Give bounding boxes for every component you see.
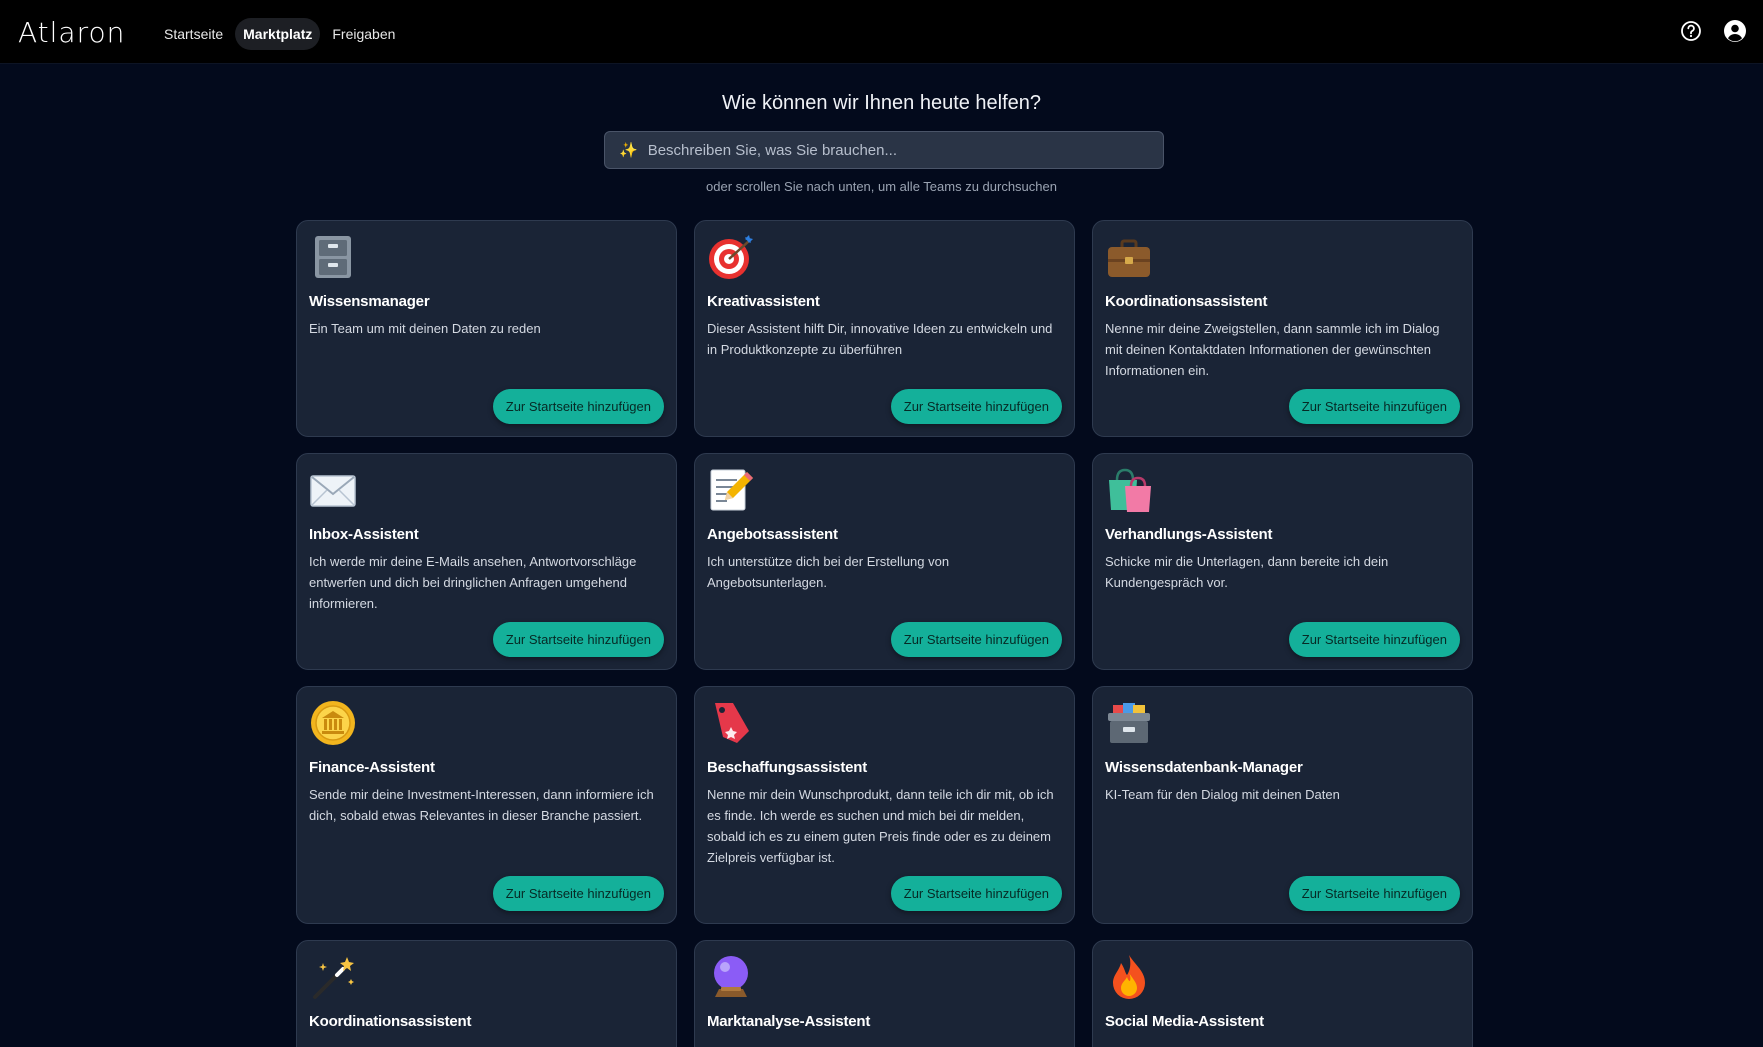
envelope-icon xyxy=(310,475,356,507)
team-card-finance-assistent[interactable]: Finance-Assistent Sende mir deine Invest… xyxy=(296,686,677,924)
help-icon[interactable] xyxy=(1679,19,1703,43)
team-card-verhandlungs-assistent[interactable]: Verhandlungs-Assistent Schicke mir die U… xyxy=(1092,453,1473,670)
card-title: Koordinationsassistent xyxy=(309,1013,472,1030)
card-description: Nenne mir dein Wunschprodukt, dann teile… xyxy=(707,787,1054,865)
card-title: Koordinationsassistent xyxy=(1105,293,1268,310)
card-description: Dieser Assistent hilft Dir, innovative I… xyxy=(707,321,1053,357)
target-icon xyxy=(709,235,753,279)
nav-item-startseite[interactable]: Startseite xyxy=(156,18,231,50)
fire-icon xyxy=(1113,955,1145,999)
header-actions xyxy=(1679,19,1747,43)
team-card-beschaffungsassistent[interactable]: Beschaffungsassistent Nenne mir dein Wun… xyxy=(694,686,1075,924)
card-file-box-icon xyxy=(1108,703,1150,743)
card-title: Inbox-Assistent xyxy=(309,526,419,543)
memo-icon xyxy=(710,469,753,511)
magic-wand-icon xyxy=(313,957,354,999)
card-title: Wissensdatenbank-Manager xyxy=(1105,759,1303,776)
card-title: Angebotsassistent xyxy=(707,526,838,543)
shopping-bags-icon xyxy=(1109,468,1151,512)
scroll-hint: oder scrollen Sie nach unten, um alle Te… xyxy=(706,179,1057,194)
card-description: KI-Team für den Dialog mit deinen Daten xyxy=(1105,787,1340,802)
team-card-kreativassistent[interactable]: Kreativassistent Dieser Assistent hilft … xyxy=(694,220,1075,437)
add-to-home-button[interactable]: Zur Startseite hinzufügen xyxy=(492,876,664,911)
user-account-icon[interactable] xyxy=(1723,19,1747,43)
add-to-home-button[interactable]: Zur Startseite hinzufügen xyxy=(890,389,1062,424)
add-to-home-button[interactable]: Zur Startseite hinzufügen xyxy=(890,622,1062,657)
nav-item-freigaben[interactable]: Freigaben xyxy=(324,18,403,50)
card-description: Ich werde mir deine E-Mails ansehen, Ant… xyxy=(309,554,637,611)
team-card-marktanalyse-assistent[interactable]: Marktanalyse-Assistent xyxy=(694,940,1075,1047)
team-card-koordinationsassistent[interactable]: Koordinationsassistent Nenne mir deine Z… xyxy=(1092,220,1473,437)
page-heading: Wie können wir Ihnen heute helfen? xyxy=(721,92,1042,114)
briefcase-icon xyxy=(1108,239,1150,277)
app-logo[interactable]: Atlaron xyxy=(18,16,125,49)
add-to-home-button[interactable]: Zur Startseite hinzufügen xyxy=(1288,389,1460,424)
card-description: Ich unterstütze dich bei der Erstellung … xyxy=(707,554,950,590)
file-cabinet-icon xyxy=(315,236,351,278)
team-card-koordinationsassistent-2[interactable]: Koordinationsassistent xyxy=(296,940,677,1047)
team-card-wissensmanager[interactable]: Wissensmanager Ein Team um mit deinen Da… xyxy=(296,220,677,437)
nav-item-marktplatz[interactable]: Marktplatz xyxy=(235,18,321,50)
coin-icon xyxy=(311,701,355,745)
add-to-home-button[interactable]: Zur Startseite hinzufügen xyxy=(890,876,1062,911)
main-nav: Startseite Marktplatz Freigaben xyxy=(156,18,403,50)
card-title: Kreativassistent xyxy=(707,293,820,310)
add-to-home-button[interactable]: Zur Startseite hinzufügen xyxy=(492,389,664,424)
card-title: Beschaffungsassistent xyxy=(707,759,868,776)
card-title: Marktanalyse-Assistent xyxy=(707,1013,871,1030)
add-to-home-button[interactable]: Zur Startseite hinzufügen xyxy=(1288,622,1460,657)
search-box[interactable]: ✨ xyxy=(604,131,1164,169)
add-to-home-button[interactable]: Zur Startseite hinzufügen xyxy=(492,622,664,657)
team-card-angebotsassistent[interactable]: Angebotsassistent Ich unterstütze dich b… xyxy=(694,453,1075,670)
search-input[interactable] xyxy=(647,141,1163,159)
card-description: Nenne mir deine Zweigstellen, dann samml… xyxy=(1105,321,1440,378)
card-title: Wissensmanager xyxy=(309,293,430,310)
crystal-ball-icon xyxy=(714,956,748,997)
card-title: Finance-Assistent xyxy=(309,759,435,776)
card-description: Sende mir deine Investment-Interessen, d… xyxy=(309,787,654,823)
sparkles-icon: ✨ xyxy=(619,142,638,159)
card-title: Verhandlungs-Assistent xyxy=(1105,526,1273,543)
top-navigation-bar: Atlaron Startseite Marktplatz Freigaben xyxy=(0,0,1763,64)
add-to-home-button[interactable]: Zur Startseite hinzufügen xyxy=(1288,876,1460,911)
card-description: Ein Team um mit deinen Daten zu reden xyxy=(309,321,541,336)
bookmark-tag-icon xyxy=(715,703,749,743)
team-card-social-media-assistent[interactable]: Social Media-Assistent xyxy=(1092,940,1473,1047)
card-description: Schicke mir die Unterlagen, dann bereite… xyxy=(1105,554,1389,590)
team-card-inbox-assistent[interactable]: Inbox-Assistent Ich werde mir deine E-Ma… xyxy=(296,453,677,670)
team-card-grid: Wissensmanager Ein Team um mit deinen Da… xyxy=(296,220,1473,1047)
team-card-wissensdatenbank-manager[interactable]: Wissensdatenbank-Manager KI-Team für den… xyxy=(1092,686,1473,924)
card-title: Social Media-Assistent xyxy=(1105,1013,1264,1030)
